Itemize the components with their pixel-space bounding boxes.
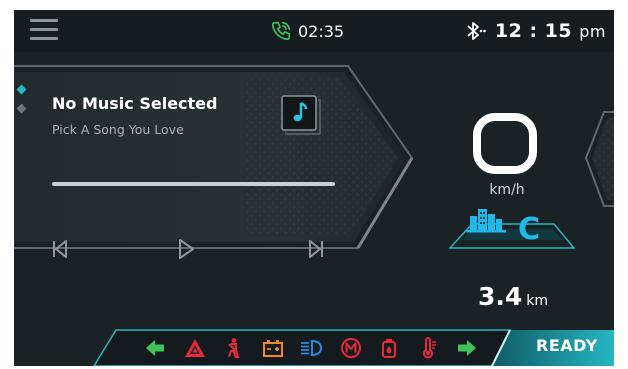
city-buildings-icon [466, 209, 506, 233]
next-track-button[interactable] [304, 238, 328, 260]
music-library-button[interactable] [280, 94, 322, 136]
speed-readout [473, 113, 537, 174]
speed-unit: km/h [489, 182, 525, 198]
play-button[interactable] [174, 238, 198, 260]
ready-status-label: READY [536, 336, 598, 355]
song-title: No Music Selected [52, 94, 218, 113]
infotainment-screen: 02:35 12 : 15 pm No Music Selected Pick … [14, 10, 614, 366]
temperature-icon [423, 337, 436, 359]
skip-next-icon [309, 240, 323, 258]
music-note-icon [281, 95, 321, 135]
trip-odometer: 3.4 km [458, 282, 568, 311]
play-icon [179, 239, 194, 259]
page-indicator[interactable] [16, 84, 27, 124]
hazard-warning-icon [185, 339, 205, 357]
drive-mode-letter[interactable]: C [518, 212, 540, 247]
seatbelt-icon [228, 338, 240, 358]
page-dot[interactable] [16, 103, 27, 114]
headlight-icon [301, 339, 322, 357]
oil-icon [382, 339, 396, 358]
skip-previous-icon [53, 240, 67, 258]
previous-track-button[interactable] [48, 238, 72, 260]
engine-check-icon [341, 338, 361, 358]
odometer-unit: km [526, 293, 549, 309]
left-turn-arrow-icon [146, 340, 164, 356]
page-dot-active[interactable] [16, 84, 27, 95]
song-subtitle: Pick A Song You Love [52, 122, 184, 137]
odometer-value: 3.4 [477, 282, 523, 311]
battery-icon [263, 340, 283, 357]
right-turn-arrow-icon [458, 340, 476, 356]
playback-progress-bar[interactable] [52, 182, 335, 186]
